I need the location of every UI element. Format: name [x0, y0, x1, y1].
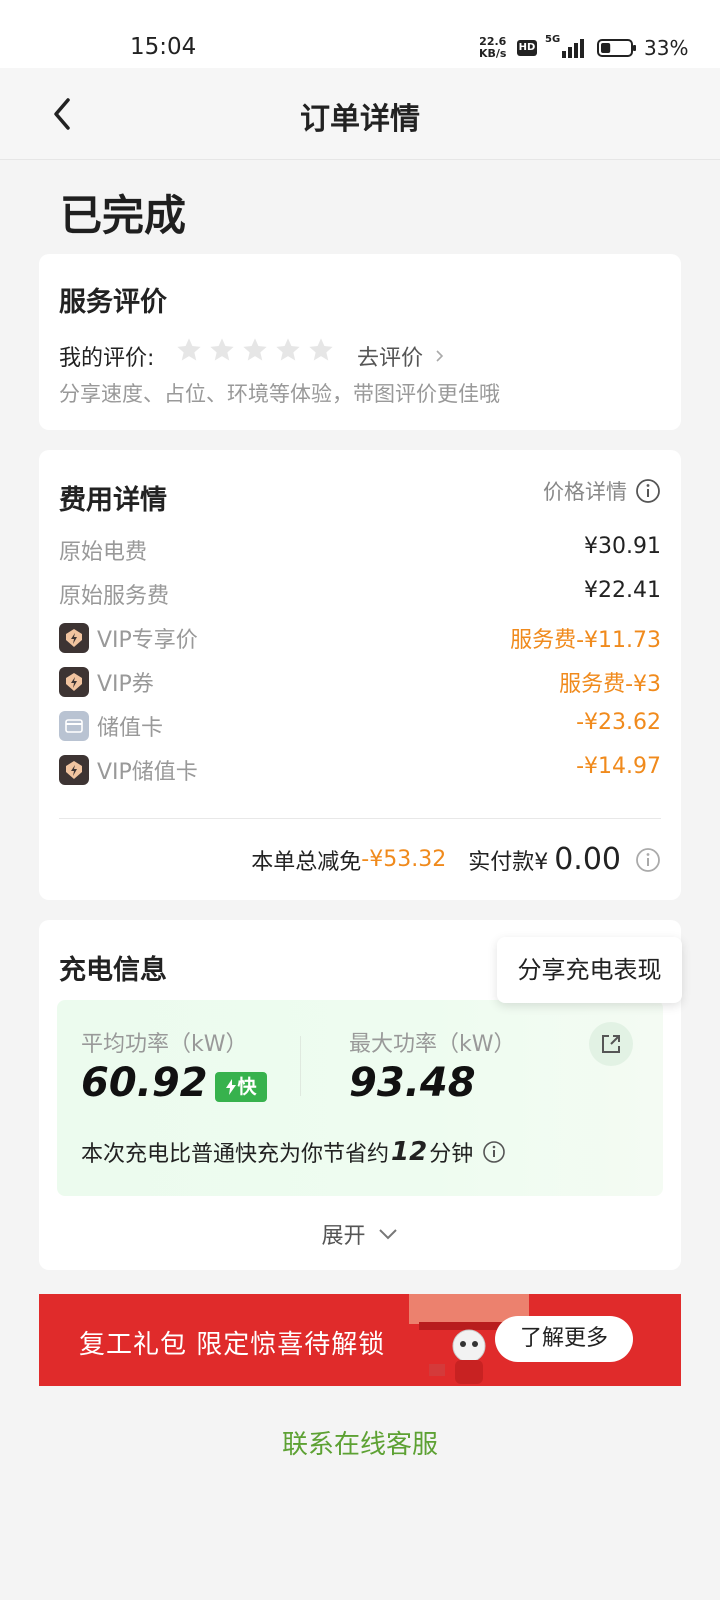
fast-charge-badge: 快 — [215, 1072, 267, 1102]
star-icon[interactable] — [241, 336, 269, 364]
fee-row-label: 原始电费 — [59, 534, 147, 566]
go-rate-label: 去评价 — [357, 346, 424, 371]
fee-row-label: VIP券 — [59, 666, 154, 698]
stored-card-icon — [59, 711, 89, 741]
go-rate-link[interactable]: 去评价 — [357, 340, 446, 372]
avg-power-value: 60.92 — [81, 1060, 208, 1106]
chevron-right-icon — [436, 350, 444, 362]
signal-icon — [562, 39, 584, 58]
price-detail-link[interactable]: 价格详情 — [543, 476, 661, 506]
fee-card: 费用详情 价格详情 原始电费 ¥30.91 原始服务费 ¥22.41 VIP专享价 服务费… — [39, 450, 681, 900]
star-icon[interactable] — [175, 336, 203, 364]
page-title: 订单详情 — [300, 102, 420, 137]
info-icon[interactable] — [635, 847, 661, 873]
save-minutes: 12 — [391, 1137, 428, 1167]
fee-row-value: 服务费-¥11.73 — [510, 628, 661, 653]
share-button[interactable] — [589, 1022, 633, 1066]
max-power-label: 最大功率（kW） — [349, 1032, 516, 1057]
fee-total: 本单总减免 -¥53.32 实付款¥ 0.00 — [251, 842, 661, 877]
charging-title: 充电信息 — [59, 955, 167, 986]
fee-row: VIP券 服务费-¥3 — [59, 666, 661, 698]
star-icon[interactable] — [208, 336, 236, 364]
total-discount-value: -¥53.32 — [361, 847, 447, 872]
power-summary: 平均功率（kW） 60.92 快 最大功率（kW） 93.48 本次充电比普通快… — [57, 1000, 663, 1196]
fee-title: 费用详情 — [59, 485, 167, 516]
fee-row-label-text: 原始电费 — [59, 540, 148, 565]
fee-row-label-text: 储值卡 — [97, 716, 164, 741]
chevron-down-icon — [378, 1229, 397, 1240]
save-suffix: 分钟 — [429, 1142, 474, 1167]
fee-row: VIP专享价 服务费-¥11.73 — [59, 622, 661, 654]
save-prefix: 本次充电比普通快充为你节省约 — [81, 1142, 390, 1167]
status-time: 15:04 — [130, 34, 197, 60]
time-saved-text: 本次充电比普通快充为你节省约 12 分钟 — [81, 1136, 507, 1168]
vip-badge-icon — [59, 667, 89, 697]
total-discount-label: 本单总减免 — [251, 849, 362, 875]
network-speed-unit: KB/s — [479, 47, 507, 60]
expand-label: 展开 — [321, 1224, 366, 1249]
fee-row-value: -¥14.97 — [576, 754, 661, 779]
share-icon — [602, 1035, 620, 1053]
fee-row-value: ¥22.41 — [584, 578, 661, 603]
my-rating-label: 我的评价: — [59, 346, 155, 371]
fee-row: 储值卡 -¥23.62 — [59, 710, 661, 742]
nav-header: 订单详情 — [0, 68, 720, 160]
promo-banner-text: 复工礼包 限定惊喜待解锁 — [79, 1330, 386, 1360]
fee-row-label: VIP专享价 — [59, 622, 198, 654]
fee-row-value: 服务费-¥3 — [559, 672, 661, 697]
fee-row: 原始服务费 ¥22.41 — [59, 578, 661, 610]
expand-button[interactable]: 展开 — [39, 1218, 681, 1250]
paid-label: 实付款¥ — [468, 849, 549, 875]
learn-more-button[interactable]: 了解更多 — [495, 1316, 633, 1362]
info-icon — [636, 479, 660, 503]
rating-stars[interactable] — [175, 336, 335, 368]
promo-banner[interactable]: 复工礼包 限定惊喜待解锁 了解更多 — [39, 1294, 681, 1386]
order-status: 已完成 — [60, 191, 187, 240]
fast-charge-label: 快 — [237, 1076, 257, 1098]
info-icon[interactable] — [481, 1139, 507, 1165]
fee-row: VIP储值卡 -¥14.97 — [59, 754, 661, 786]
fee-row-label-text: VIP专享价 — [97, 628, 198, 653]
status-bar: 15:04 22.6 KB/s HD 5G 33% — [0, 0, 720, 68]
fee-row-label-text: 原始服务费 — [59, 584, 170, 609]
max-power-value: 93.48 — [349, 1060, 476, 1106]
share-tooltip: 分享充电表现 — [497, 937, 682, 1003]
price-detail-label: 价格详情 — [543, 480, 627, 504]
lightning-icon — [226, 1079, 237, 1095]
paid-amount: 0.00 — [554, 842, 621, 877]
hd-icon: HD — [517, 40, 537, 56]
vip-badge-icon — [59, 755, 89, 785]
avg-power-label: 平均功率（kW） — [81, 1032, 248, 1057]
power-divider — [300, 1036, 301, 1096]
fee-row-label: VIP储值卡 — [59, 754, 198, 786]
fee-row-value: -¥23.62 — [576, 710, 661, 735]
rating-title: 服务评价 — [59, 287, 167, 318]
rating-hint: 分享速度、占位、环境等体验，带图评价更佳哦 — [59, 382, 500, 406]
star-icon[interactable] — [274, 336, 302, 364]
battery-icon — [597, 39, 636, 57]
battery-percent: 33% — [644, 36, 689, 60]
rating-card: 服务评价 我的评价: 去评价 分享速度、占位、环境等体验，带图评价更佳哦 — [39, 254, 681, 430]
star-icon[interactable] — [307, 336, 335, 364]
fee-row-label: 储值卡 — [59, 710, 163, 742]
fee-row-label: 原始服务费 — [59, 578, 169, 610]
vip-badge-icon — [59, 623, 89, 653]
fee-row-value: ¥30.91 — [584, 534, 661, 559]
contact-support-link[interactable]: 联系在线客服 — [0, 1424, 720, 1461]
fee-divider — [59, 818, 661, 819]
fee-row-label-text: VIP储值卡 — [97, 760, 198, 785]
fee-row: 原始电费 ¥30.91 — [59, 534, 661, 566]
network-speed: 22.6 KB/s — [479, 36, 506, 60]
fee-row-label-text: VIP券 — [97, 672, 154, 697]
